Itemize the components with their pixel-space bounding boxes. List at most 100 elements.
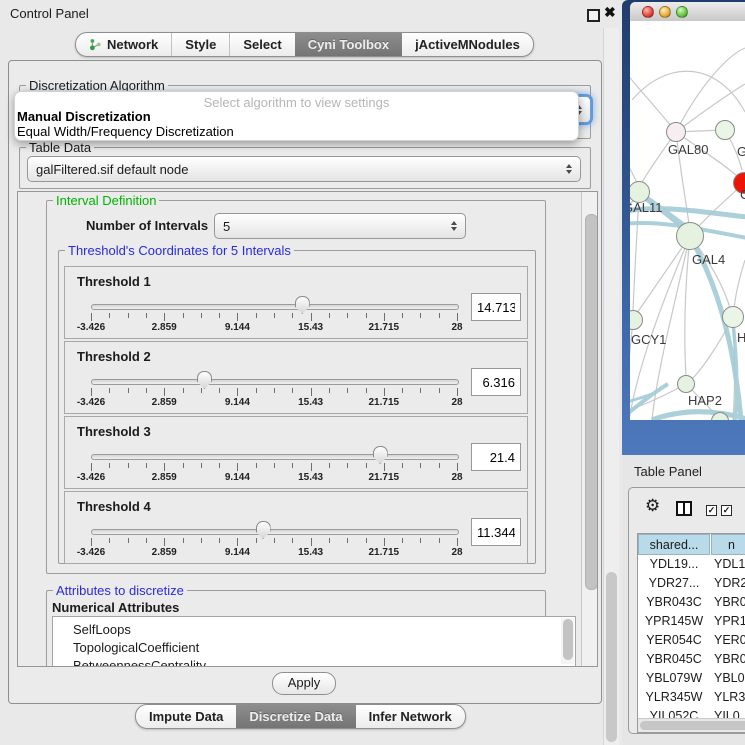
threshold-slider-tick-labels: -3.4262.8599.14415.4321.71528 [91,397,458,409]
threshold-row: Threshold 1 -3.4262.8599.14415.4321.7152… [64,266,528,339]
cell-name: YPR1 [714,614,745,628]
gear-icon[interactable]: ⚙ [645,496,660,516]
tab-network[interactable]: Network [76,33,171,56]
threshold-slider-track[interactable] [91,454,459,460]
network-node-gal80[interactable] [666,122,686,142]
close-traffic-light[interactable] [642,6,654,18]
threshold-slider-track[interactable] [91,379,459,385]
table-row[interactable]: YDL19...YDL1 [638,557,745,576]
cell-shared-name: YBR043C [638,595,710,609]
node-label: GAL80 [668,142,708,157]
table-data-group-title: Table Data [26,140,94,155]
node-label: GCY1 [631,332,666,347]
cyni-toolbox-panel: Discretization Algorithm Select algorith… [8,60,602,704]
table-data-combobox[interactable]: galFiltered.sif default node [27,156,581,182]
network-node-h[interactable] [722,306,744,328]
number-of-intervals-value: 5 [223,219,230,234]
tab-label: Select [243,37,281,52]
zoom-traffic-light[interactable] [676,6,688,18]
tab-infer-network[interactable]: Infer Network [356,705,465,728]
control-panel-dock: Control Panel ✖ NetworkStyle Select Cyni T… [0,0,622,745]
tab-cyni-toolbox[interactable]: Cyni Toolbox [295,33,402,56]
combo-arrows-icon [451,221,457,231]
numerical-attributes-label: Numerical Attributes [52,600,179,615]
threshold-slider-ticks [91,463,458,472]
table-row[interactable]: YBR045CYBR0 [638,652,745,671]
cell-name: YBL0 [714,671,745,685]
cell-shared-name: YPR145W [638,614,710,628]
threshold-slider-tick-labels: -3.4262.8599.14415.4321.71528 [91,322,458,334]
threshold-slider-thumb[interactable] [256,521,271,539]
table-row[interactable]: YLR345WYLR3 [638,690,745,709]
threshold-slider-thumb[interactable] [295,296,310,314]
dropdown-item[interactable]: Manual Discretization [17,110,576,125]
network-window-titlebar [630,2,745,22]
settings-scrollbar-thumb[interactable] [585,214,598,590]
table-row[interactable]: YDR27... YDR2 [638,576,745,595]
tab-impute-data[interactable]: Impute Data [136,705,236,728]
table-row[interactable]: YPR145W YPR1 [638,614,745,633]
tab-style[interactable]: Style [171,33,229,56]
checkbox-icon[interactable]: ✓ [721,505,732,516]
attribute-list-item[interactable]: BetweennessCentrality [53,657,559,667]
threshold-slider-thumb[interactable] [373,446,388,464]
table-horizontal-scrollbar-thumb[interactable] [640,721,745,730]
table-row[interactable]: YBL079WYBL0 [638,671,745,690]
column-header-name[interactable]: n [711,534,745,555]
combo-arrows-icon [566,164,572,174]
threshold-row: Threshold 4 -3.4262.8599.14415.4321.7152… [64,491,528,564]
algorithm-dropdown-popup: Select algorithm to view settings Manual… [14,91,579,141]
table-panel-header: Table Panel [622,455,745,487]
threshold-slider-ticks [91,538,458,547]
interval-definition-title: Interval Definition [53,193,159,208]
checkbox-icon[interactable]: ✓ [706,505,717,516]
column-header-shared-name[interactable]: shared... [638,534,710,555]
dropdown-item[interactable]: Equal Width/Frequency Discretization [17,125,576,140]
thresholds-coordinates-title: Threshold's Coordinates for 5 Intervals [65,243,294,258]
threshold-value-field[interactable] [471,368,521,396]
minimize-traffic-light[interactable] [659,6,671,18]
threshold-label: Threshold 4 [77,499,151,514]
threshold-slider-thumb[interactable] [197,371,212,389]
threshold-value-field[interactable] [471,518,521,546]
attribute-list-item[interactable]: SelfLoops [53,621,559,639]
threshold-rows-container: Threshold 1 -3.4262.8599.14415.4321.7152… [64,266,528,566]
network-node-hap2[interactable] [677,375,695,393]
settings-scrollpane: Interval Definition Number of Intervals … [17,191,598,667]
network-canvas[interactable]: GAL80GCGAL11GAL4GCY1HHAP2 [630,21,745,420]
threshold-label: Threshold 1 [77,274,151,289]
network-node-g[interactable] [715,120,735,140]
numerical-attributes-list[interactable]: SelfLoopsTopologicalCoefficientBetweenne… [52,616,576,667]
cell-name: YBR0 [714,595,745,609]
threshold-slider-track[interactable] [91,304,459,310]
network-node-gal4[interactable] [676,222,704,250]
cyni-bottom-tab-bar: Impute DataDiscretize Data Infer Network [135,704,466,729]
cell-name: YDL1 [714,557,745,571]
panel-title: Control Panel [10,6,89,21]
number-of-intervals-combobox[interactable]: 5 [214,213,466,239]
float-window-button[interactable] [587,9,600,22]
table-row[interactable]: YBR043C YBR0 [638,595,745,614]
cell-shared-name: YDR27... [638,576,710,590]
tab-select[interactable]: Select [229,33,294,56]
control-panel-scrollbar-thumb[interactable] [606,572,617,742]
network-edges [630,21,745,420]
attribute-list-scrollbar-thumb[interactable] [563,619,573,660]
threshold-slider-track[interactable] [91,529,459,535]
apply-button[interactable]: Apply [272,672,336,695]
cell-name: YDR2 [714,576,745,590]
table-horizontal-scrollbar [638,718,745,732]
attribute-list-item[interactable]: TopologicalCoefficient [53,639,559,657]
close-icon[interactable]: ✖ [604,4,616,21]
tab-jactivemnodules[interactable]: jActiveMNodules [402,33,533,56]
columns-icon[interactable] [676,501,692,516]
threshold-value-field[interactable] [471,293,521,321]
threshold-value-field[interactable] [471,443,521,471]
tab-discretize-data[interactable]: Discretize Data [236,705,355,728]
tab-label: Infer Network [369,709,452,724]
cell-shared-name: YBR045C [638,652,710,666]
threshold-slider-tick-labels: -3.4262.8599.14415.4321.71528 [91,472,458,484]
table-row[interactable]: YER054CYER0 [638,633,745,652]
node-attribute-table[interactable]: shared... n YDL19...YDL1YDR27... YDR2 YBR0… [637,533,745,733]
table-panel-body: ⚙ ✓ ✓ shared... n YDL19...YDL1YDR27...YD… [628,487,745,734]
